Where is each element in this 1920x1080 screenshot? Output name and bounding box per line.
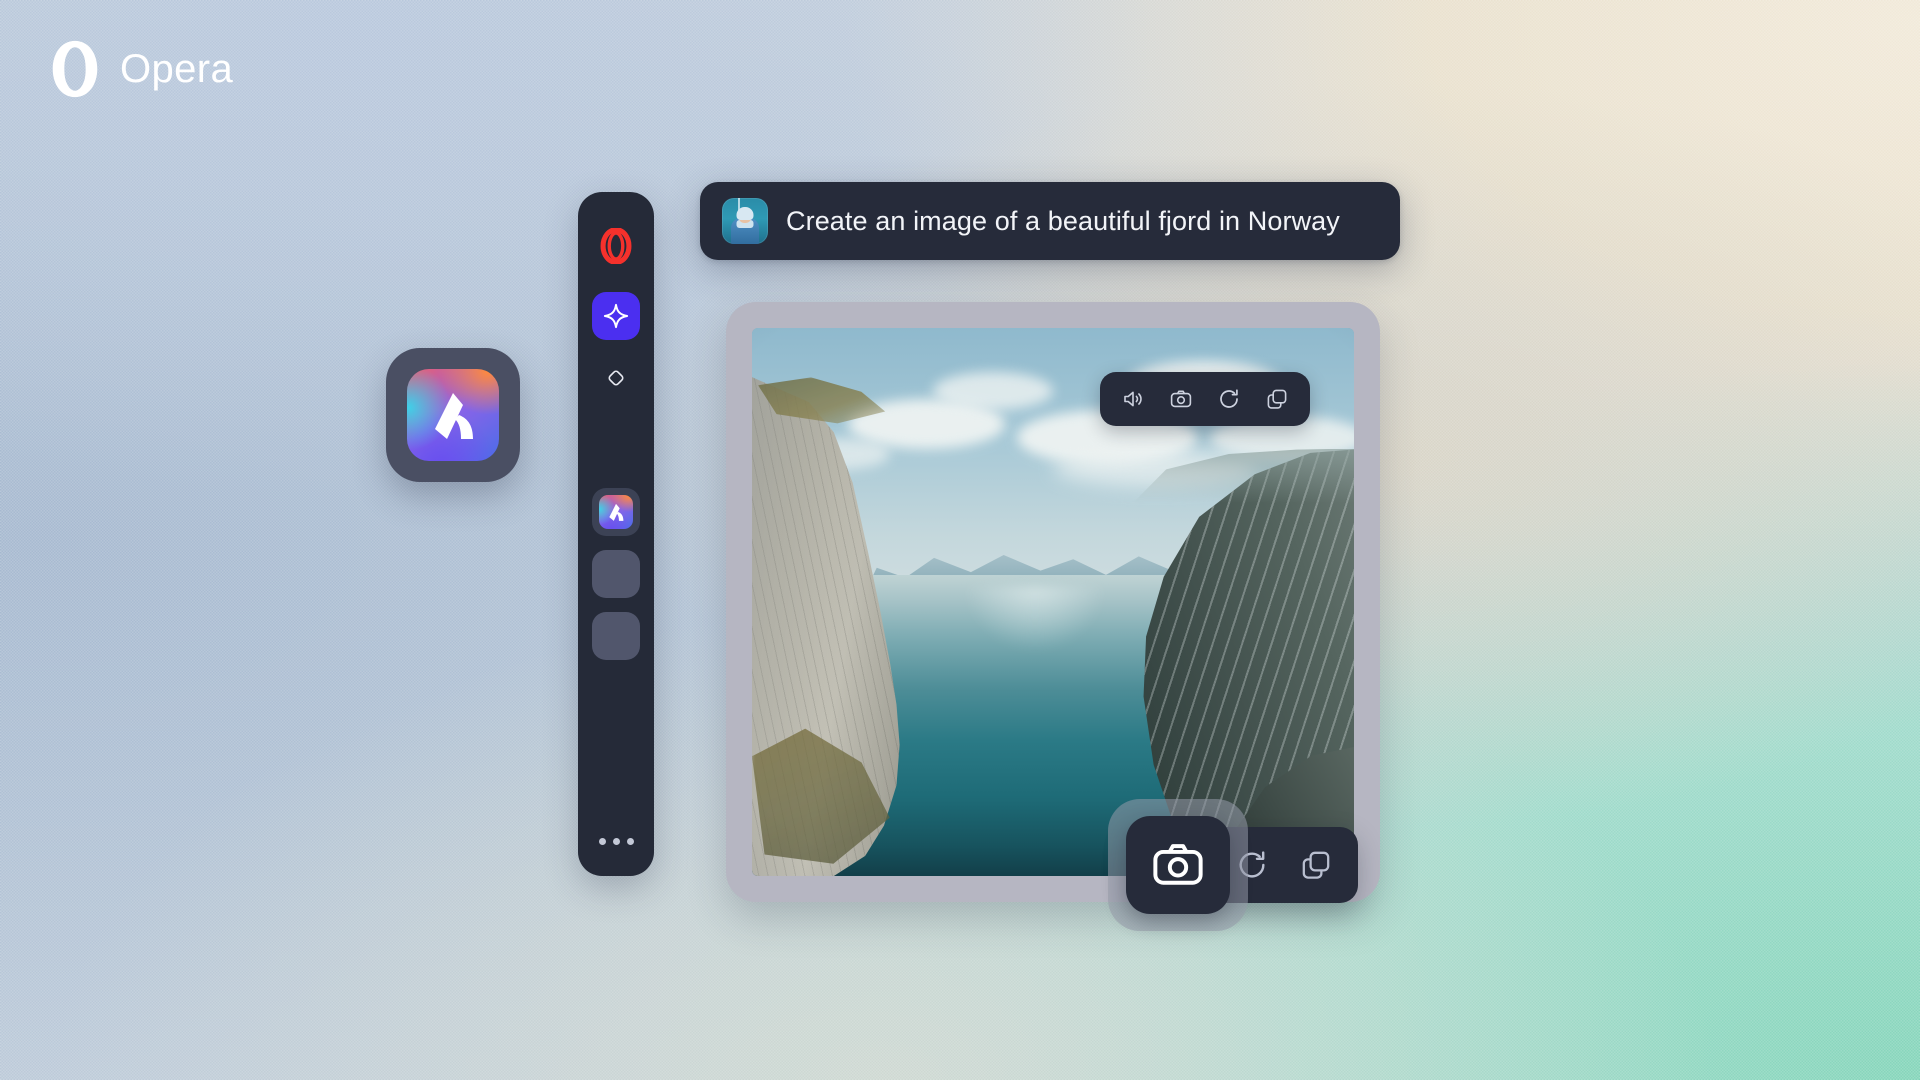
ellipsis-icon xyxy=(612,837,620,845)
sidebar-item-aria-sparkle[interactable] xyxy=(592,292,640,340)
diamond-outline-icon xyxy=(608,370,624,386)
aria-lambda-glyph-icon xyxy=(435,393,473,439)
screenshot-button[interactable] xyxy=(1162,380,1200,418)
ellipsis-icon xyxy=(626,837,634,845)
aria-app-icon[interactable] xyxy=(386,348,520,482)
camera-icon xyxy=(1153,844,1203,885)
capture-button[interactable] xyxy=(1126,816,1230,914)
regenerate-button[interactable] xyxy=(1210,380,1248,418)
image-overlay-toolbar xyxy=(1100,372,1310,426)
camera-icon xyxy=(1170,390,1192,408)
sidebar-more-options-button[interactable] xyxy=(593,824,640,858)
prompt-text: Create an image of a beautiful fjord in … xyxy=(786,205,1340,236)
user-avatar xyxy=(722,198,768,244)
sidebar-item-placeholder-1[interactable] xyxy=(592,550,640,598)
generated-image[interactable] xyxy=(752,328,1354,876)
opera-brand-logo: Opera xyxy=(44,38,233,100)
ellipsis-icon xyxy=(598,837,606,845)
generated-image-card xyxy=(726,302,1380,902)
copy-duplicate-icon xyxy=(1267,389,1287,409)
copy-button[interactable] xyxy=(1258,380,1296,418)
sidebar-item-aria-app[interactable] xyxy=(592,488,640,536)
aria-gradient-app-icon xyxy=(407,369,499,461)
sidebar-item-placeholder-2[interactable] xyxy=(592,612,640,660)
sidebar-item-opera-logo[interactable] xyxy=(592,222,640,270)
screen-canvas: Opera Create an image of a beautiful fjo… xyxy=(0,0,1920,1080)
opera-wordmark: Opera xyxy=(120,46,234,91)
opera-o-logo-icon xyxy=(600,228,632,264)
sidebar xyxy=(578,192,654,876)
read-aloud-button[interactable] xyxy=(1114,380,1152,418)
copy-duplicate-icon xyxy=(1302,851,1330,879)
prompt-bubble[interactable]: Create an image of a beautiful fjord in … xyxy=(700,182,1400,260)
speaker-volume-icon xyxy=(1124,391,1142,407)
aria-lambda-glyph-icon xyxy=(609,503,624,521)
copy-button[interactable] xyxy=(1288,837,1344,893)
sidebar-item-diamond[interactable] xyxy=(592,354,640,402)
opera-o-logo-icon xyxy=(52,40,98,98)
refresh-circular-arrow-icon xyxy=(1220,389,1238,408)
sparkle-star-icon xyxy=(603,303,629,329)
aria-gradient-app-icon xyxy=(599,495,633,529)
